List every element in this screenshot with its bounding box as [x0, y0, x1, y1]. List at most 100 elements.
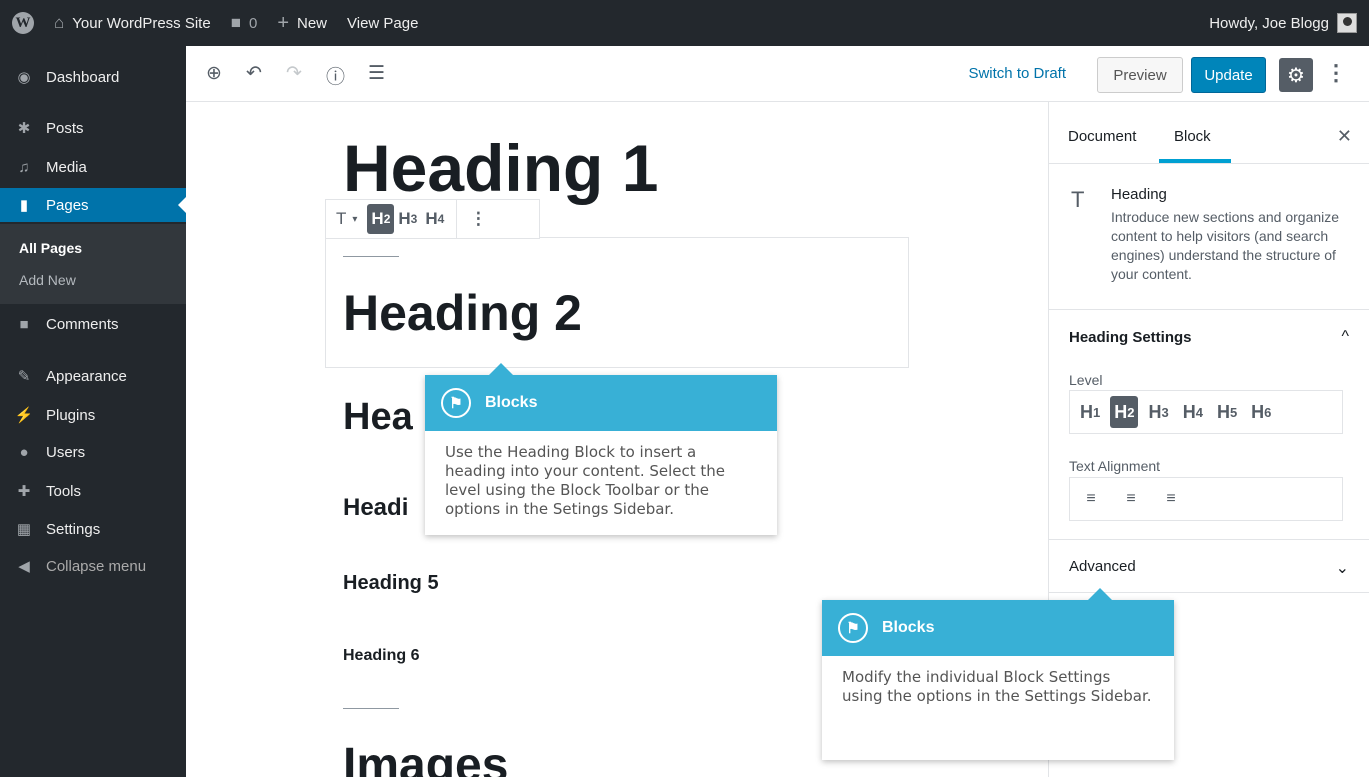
- text-type-icon: T: [336, 209, 347, 228]
- tab-document[interactable]: Document: [1068, 128, 1136, 145]
- level-label: Level: [1069, 372, 1103, 388]
- menu-item-posts[interactable]: ✱ Posts: [0, 111, 186, 145]
- pages-submenu: All Pages Add New: [0, 224, 186, 304]
- block-card-title: Heading: [1111, 186, 1167, 203]
- tooltip-header: ⚑ Blocks: [822, 600, 1174, 656]
- settings-sliders-icon: ▦: [16, 521, 32, 538]
- menu-label: Plugins: [46, 406, 96, 424]
- wrench-icon: ✚: [17, 483, 31, 500]
- heading-settings-toggle[interactable]: Heading Settings: [1069, 329, 1192, 346]
- advanced-toggle[interactable]: Advanced: [1069, 558, 1136, 575]
- pin-icon: ✱: [17, 120, 31, 137]
- blocks-tooltip-sidebar: ⚑ Blocks Modify the individual Block Set…: [822, 588, 1174, 760]
- redo-icon[interactable]: ↷: [286, 62, 302, 85]
- undo-icon[interactable]: ↶: [246, 62, 262, 85]
- level-h4-button[interactable]: H4: [1179, 396, 1207, 428]
- update-button[interactable]: Update: [1191, 57, 1266, 93]
- settings-gear-icon[interactable]: ⚙: [1279, 58, 1313, 92]
- level-h3-button[interactable]: H3: [1144, 396, 1172, 428]
- text-alignment-group: ≡ ≡ ≡: [1069, 477, 1343, 521]
- site-name-link[interactable]: ⌂ Your WordPress Site: [44, 0, 221, 46]
- tooltip-arrow: [489, 363, 513, 375]
- collapse-menu-button[interactable]: ◀ Collapse menu: [0, 549, 186, 583]
- view-page-label: View Page: [347, 14, 419, 32]
- images-heading-block[interactable]: Images: [343, 738, 508, 777]
- switch-to-draft-button[interactable]: Switch to Draft: [968, 65, 1066, 82]
- menu-item-comments[interactable]: ■ Comments: [0, 307, 186, 341]
- my-account-menu[interactable]: Howdy, Joe Blogg: [1199, 0, 1369, 46]
- menu-label: Comments: [46, 315, 119, 333]
- submenu-add-new[interactable]: Add New: [19, 272, 76, 288]
- home-icon: ⌂: [54, 13, 65, 32]
- heading-1-block[interactable]: Heading 1: [343, 130, 658, 206]
- view-page-link[interactable]: View Page: [337, 0, 428, 46]
- toolbar-divider: [456, 200, 458, 238]
- tab-block[interactable]: Block: [1174, 128, 1211, 145]
- submenu-all-pages[interactable]: All Pages: [19, 240, 82, 256]
- info-icon[interactable]: ⓘ: [326, 62, 345, 89]
- block-navigation-icon[interactable]: ☰: [368, 62, 385, 85]
- more-options-icon[interactable]: ⋮: [1325, 60, 1347, 86]
- menu-label: Dashboard: [46, 68, 120, 86]
- tooltip-body: Use the Heading Block to insert a headin…: [445, 443, 726, 518]
- align-left-icon[interactable]: ≡: [1076, 484, 1106, 514]
- toolbar-level-h2[interactable]: H2: [367, 204, 395, 234]
- menu-item-dashboard[interactable]: ◉ Dashboard: [0, 60, 186, 94]
- chevron-up-icon[interactable]: ^: [1341, 328, 1349, 346]
- admin-bar: W ⌂ Your WordPress Site ■ 0 + New View P…: [0, 0, 1369, 46]
- preview-button[interactable]: Preview: [1097, 57, 1183, 93]
- heading-4-block[interactable]: Headi: [343, 494, 408, 522]
- comment-bubble-icon: ■: [230, 13, 241, 32]
- toolbar-level-h3[interactable]: H3: [394, 204, 421, 234]
- menu-label: Users: [46, 443, 86, 461]
- align-center-icon[interactable]: ≡: [1116, 484, 1146, 514]
- level-h2-button[interactable]: H2: [1110, 396, 1139, 428]
- text-alignment-label: Text Alignment: [1069, 458, 1161, 474]
- tooltip-body: Modify the individual Block Settings usi…: [842, 668, 1152, 705]
- new-label: New: [297, 14, 328, 32]
- pages-icon: ▮: [19, 197, 29, 214]
- heading-6-block[interactable]: Heading 6: [343, 647, 419, 665]
- avatar: [1337, 13, 1357, 33]
- heading-2-block[interactable]: Heading 2: [343, 284, 582, 342]
- add-block-icon[interactable]: ⊕: [206, 62, 222, 85]
- menu-label: Collapse menu: [46, 557, 147, 575]
- tooltip-title: Blocks: [882, 619, 935, 636]
- flag-icon: ⚑: [441, 388, 471, 418]
- menu-item-media[interactable]: ♫ Media: [0, 150, 186, 184]
- menu-item-appearance[interactable]: ✎ Appearance: [0, 359, 186, 393]
- level-h5-button[interactable]: H5: [1213, 396, 1241, 428]
- heading-level-group: H1 H2 H3 H4 H5 H6: [1069, 390, 1343, 434]
- tooltip-header: ⚑ Blocks: [425, 375, 777, 431]
- menu-label: Appearance: [46, 367, 127, 385]
- block-type-switcher[interactable]: T ▾: [332, 204, 361, 234]
- menu-label: Media: [46, 158, 87, 176]
- close-icon[interactable]: ✕: [1337, 126, 1352, 147]
- comment-icon: ■: [19, 315, 29, 333]
- blocks-tooltip-toolbar: ⚑ Blocks Use the Heading Block to insert…: [425, 363, 777, 535]
- separator-block[interactable]: [343, 256, 399, 257]
- heading-3-block[interactable]: Hea: [343, 396, 413, 439]
- toolbar-level-h4[interactable]: H4: [421, 204, 448, 234]
- chevron-down-icon[interactable]: ⌄: [1336, 558, 1349, 578]
- level-h6-button[interactable]: H6: [1247, 396, 1275, 428]
- menu-item-pages[interactable]: ▮ Pages: [0, 188, 186, 222]
- align-right-icon[interactable]: ≡: [1156, 484, 1186, 514]
- wordpress-logo-icon: W: [12, 12, 34, 34]
- chevron-down-icon: ▾: [352, 213, 358, 225]
- heading-5-block[interactable]: Heading 5: [343, 572, 439, 595]
- menu-item-users[interactable]: ● Users: [0, 435, 186, 469]
- panel-divider: [1049, 539, 1369, 540]
- block-more-options-icon[interactable]: ⋮: [465, 204, 491, 234]
- menu-item-tools[interactable]: ✚ Tools: [0, 474, 186, 508]
- separator-block[interactable]: [343, 708, 399, 709]
- menu-item-settings[interactable]: ▦ Settings: [0, 512, 186, 546]
- level-h1-button[interactable]: H1: [1076, 396, 1104, 428]
- menu-item-plugins[interactable]: ⚡ Plugins: [0, 398, 186, 432]
- users-icon: ●: [19, 443, 29, 461]
- active-tab-indicator: [1159, 159, 1231, 163]
- wp-logo-menu[interactable]: W: [0, 0, 44, 46]
- new-content-link[interactable]: + New: [267, 0, 337, 46]
- plus-icon: +: [277, 11, 289, 34]
- comments-link[interactable]: ■ 0: [221, 0, 268, 46]
